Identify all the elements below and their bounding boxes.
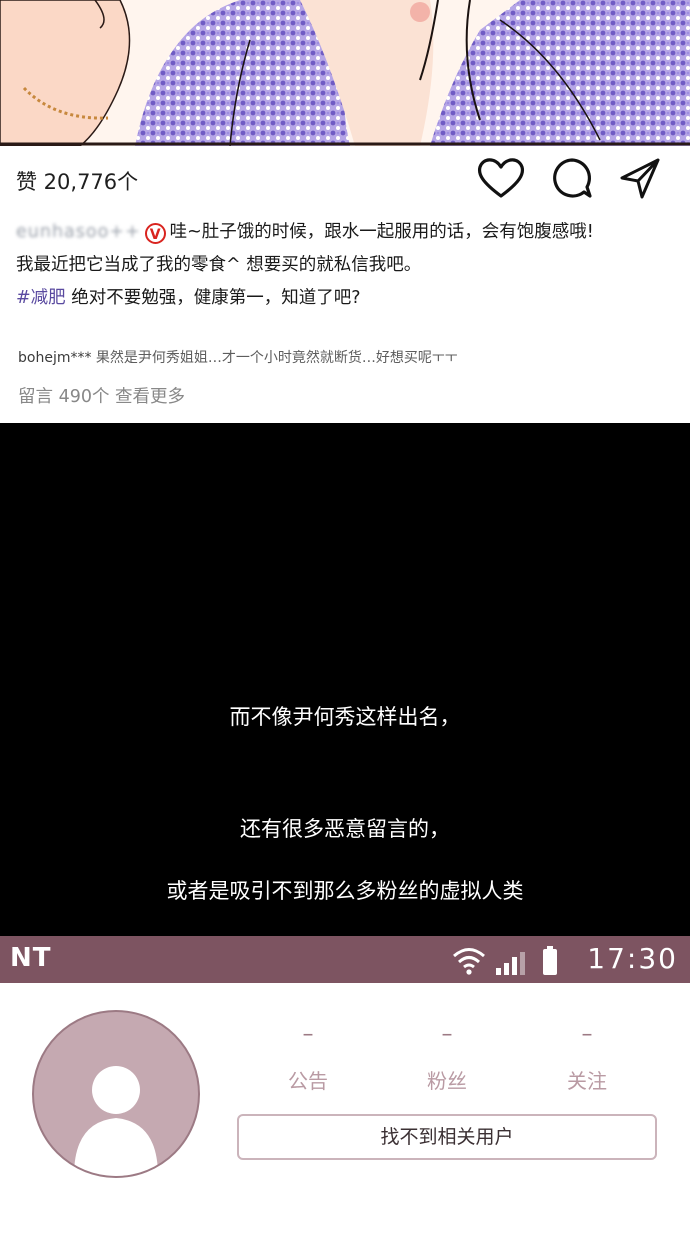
signal-icon bbox=[496, 952, 525, 975]
stat-followers[interactable]: – 粉丝 bbox=[397, 1022, 497, 1094]
caption-text-1: 哇~肚子饿的时候，跟水一起服用的话，会有饱腹感哦! bbox=[169, 222, 594, 242]
wifi-icon bbox=[453, 948, 485, 975]
caption-line-1: eunhasoo++ V 哇~肚子饿的时候，跟水一起服用的话，会有饱腹感哦! bbox=[16, 216, 686, 249]
status-bar: NT 17:30 bbox=[0, 936, 690, 983]
illustration-panel bbox=[0, 0, 690, 146]
comment-username[interactable]: bohejm*** bbox=[18, 350, 91, 366]
narration-line-1: 而不像尹何秀这样出名， bbox=[229, 705, 461, 729]
battery-icon bbox=[543, 946, 557, 975]
stat-followers-value: – bbox=[441, 1022, 453, 1047]
heart-icon[interactable] bbox=[476, 156, 526, 200]
profile-section: – 公告 – 粉丝 – 关注 找不到相关用户 bbox=[0, 983, 690, 1240]
send-icon[interactable] bbox=[618, 156, 662, 200]
stat-posts-label: 公告 bbox=[288, 1069, 328, 1093]
carrier-name: NT bbox=[10, 943, 52, 973]
likes-count: 赞 20,776个 bbox=[16, 170, 139, 194]
status-icons bbox=[452, 944, 562, 980]
post-caption: eunhasoo++ V 哇~肚子饿的时候，跟水一起服用的话，会有饱腹感哦! 我最近… bbox=[16, 216, 686, 315]
narration-line-3: 或者是吸引不到那么多粉丝的虚拟人类 bbox=[166, 879, 524, 903]
avatar[interactable] bbox=[32, 1010, 200, 1178]
stat-following-label: 关注 bbox=[567, 1069, 607, 1093]
top-comment: bohejm*** 果然是尹何秀姐姐…才一个小时竟然就断货…好想买呢ㅜㅜ bbox=[18, 347, 458, 367]
caption-text-3: 绝对不要勉强，健康第一，知道了吧? bbox=[65, 288, 361, 308]
caption-line-2: 我最近把它当成了我的零食^ 想要买的就私信我吧。 bbox=[16, 255, 422, 275]
hashtag-link[interactable]: #减肥 bbox=[16, 288, 66, 308]
default-user-icon bbox=[74, 1066, 158, 1176]
view-comments-link[interactable]: 留言 490个 查看更多 bbox=[18, 383, 185, 408]
narration-line-2: 还有很多恶意留言的， bbox=[240, 817, 450, 841]
stat-posts-value: – bbox=[302, 1022, 314, 1047]
narration-panel: 而不像尹何秀这样出名， 还有很多恶意留言的， 或者是吸引不到那么多粉丝的虚拟人类 bbox=[0, 423, 690, 936]
comment-icon[interactable] bbox=[550, 156, 594, 200]
stat-posts[interactable]: – 公告 bbox=[258, 1022, 358, 1094]
status-icon-group bbox=[453, 946, 557, 975]
status-time: 17:30 bbox=[587, 942, 678, 975]
post-username[interactable]: eunhasoo++ bbox=[16, 216, 141, 249]
stat-followers-label: 粉丝 bbox=[427, 1069, 467, 1093]
comment-text: 果然是尹何秀姐姐…才一个小时竟然就断货…好想买呢ㅜㅜ bbox=[91, 350, 458, 366]
stat-following-value: – bbox=[581, 1022, 593, 1047]
social-post: 赞 20,776个 eunhasoo++ V 哇~肚子饿的时候，跟水一起服用的话，会… bbox=[0, 146, 690, 423]
comic-illustration bbox=[0, 0, 690, 146]
verified-badge-icon: V bbox=[144, 223, 166, 244]
user-not-found-button[interactable]: 找不到相关用户 bbox=[237, 1114, 657, 1160]
caption-line-3: #减肥 绝对不要勉强，健康第一，知道了吧? bbox=[16, 282, 686, 315]
stat-following[interactable]: – 关注 bbox=[537, 1022, 637, 1094]
